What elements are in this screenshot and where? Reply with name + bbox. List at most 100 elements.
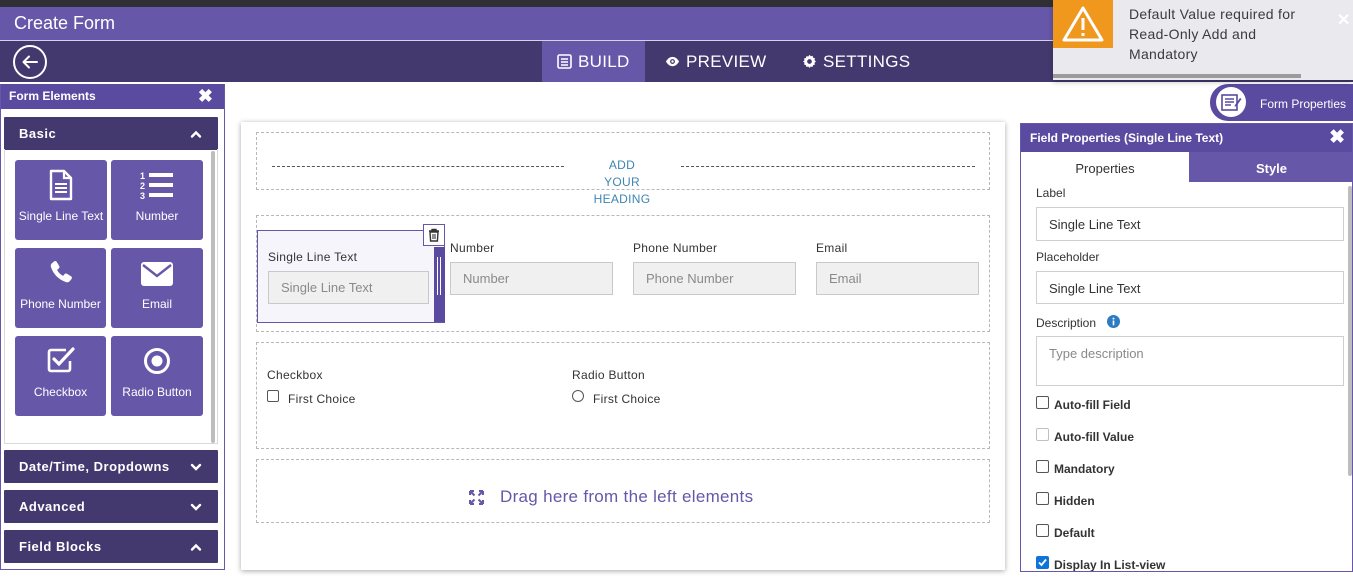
tile-label: Phone Number xyxy=(20,297,101,311)
list-icon xyxy=(557,54,572,69)
gear-icon xyxy=(803,54,816,68)
radio-icon xyxy=(144,348,170,374)
toast-progress-bar xyxy=(1053,74,1301,78)
divider xyxy=(272,166,564,167)
tile-single-line-text[interactable]: Single Line Text xyxy=(15,160,107,240)
form-properties-label: Form Properties xyxy=(1260,97,1347,111)
svg-text:3: 3 xyxy=(140,191,145,200)
field-label: Single Line Text xyxy=(268,250,358,264)
auto-fill-value-checkbox[interactable] xyxy=(1036,428,1049,441)
form-elements-header: Form Elements ✖ xyxy=(1,84,224,109)
option-label: First Choice xyxy=(593,392,661,406)
field-label: Checkbox xyxy=(267,368,323,382)
drop-zone-hint: Drag here from the left elements xyxy=(500,487,754,506)
chevron-up-icon xyxy=(190,130,202,138)
label-input[interactable]: Single Line Text xyxy=(1036,207,1344,241)
section-advanced-label: Advanced xyxy=(19,499,86,514)
phone-icon xyxy=(50,261,72,283)
back-button[interactable] xyxy=(13,45,47,79)
number-input[interactable]: Number xyxy=(450,262,613,295)
section-basic[interactable]: Basic xyxy=(4,117,218,150)
grip-icon xyxy=(437,257,441,295)
close-icon[interactable]: ✕ xyxy=(1337,10,1350,30)
field-properties-panel: Field Properties (Single Line Text) ✖ Pr… xyxy=(1020,123,1353,572)
field-label: Phone Number xyxy=(633,241,718,255)
envelope-icon xyxy=(141,262,173,286)
display-in-list-view-checkbox[interactable] xyxy=(1036,556,1049,569)
numbered-list-icon: 123 xyxy=(140,171,173,200)
single-line-text-input[interactable]: Single Line Text xyxy=(268,271,429,304)
field-properties-title: Field Properties (Single Line Text) xyxy=(1030,131,1224,145)
tab-style[interactable]: Style xyxy=(1189,152,1352,182)
first-choice-radio[interactable] xyxy=(572,390,584,402)
description-input[interactable]: Type description xyxy=(1036,336,1344,386)
email-input[interactable]: Email xyxy=(816,262,979,295)
phone-number-input[interactable]: Phone Number xyxy=(633,262,796,295)
option-label: First Choice xyxy=(288,392,356,406)
section-advanced[interactable]: Advanced xyxy=(4,490,218,523)
heading-line-2: HEADING xyxy=(593,192,651,206)
field-label: Radio Button xyxy=(572,368,645,382)
section-field-blocks-label: Field Blocks xyxy=(19,539,102,554)
svg-text:2: 2 xyxy=(140,181,145,191)
scrollbar[interactable] xyxy=(211,151,215,443)
option-label: Hidden xyxy=(1054,494,1095,508)
tab-preview-label: PREVIEW xyxy=(686,51,767,71)
tab-preview[interactable]: PREVIEW xyxy=(665,41,767,82)
tile-label: Email xyxy=(141,297,172,311)
toast-line: Mandatory xyxy=(1129,46,1198,62)
add-heading-text[interactable]: ADD YOUR HEADING xyxy=(591,157,653,208)
field-properties-header: Field Properties (Single Line Text) ✖ xyxy=(1021,124,1352,152)
hidden-checkbox[interactable] xyxy=(1036,492,1049,505)
info-icon[interactable] xyxy=(1107,315,1120,328)
scrollbar[interactable] xyxy=(1348,186,1352,476)
option-label: Mandatory xyxy=(1054,462,1115,476)
tile-radio-button[interactable]: Radio Button xyxy=(111,336,203,416)
section-datetime-dropdowns[interactable]: Date/Time, Dropdowns xyxy=(4,450,218,483)
label-caption: Label xyxy=(1036,186,1066,200)
tile-phone-number[interactable]: Phone Number xyxy=(15,248,106,328)
toast-line: Default Value required for xyxy=(1129,6,1296,22)
mandatory-checkbox[interactable] xyxy=(1036,460,1049,473)
tab-build[interactable]: BUILD xyxy=(542,41,645,82)
arrow-left-icon xyxy=(22,55,38,69)
tile-label: Checkbox xyxy=(33,385,88,399)
eye-icon xyxy=(665,56,680,67)
field-label: Email xyxy=(816,241,848,255)
divider xyxy=(681,166,975,167)
section-datetime-label: Date/Time, Dropdowns xyxy=(19,459,170,474)
option-label: Default xyxy=(1054,526,1095,540)
form-properties-button[interactable]: Form Properties xyxy=(1210,84,1353,121)
option-label: Display In List-view xyxy=(1054,558,1166,572)
placeholder-input[interactable]: Single Line Text xyxy=(1036,271,1344,304)
chevron-up-icon xyxy=(190,543,202,551)
tab-build-label: BUILD xyxy=(578,51,630,71)
chevron-down-icon xyxy=(190,463,202,471)
checkbox-icon xyxy=(47,347,75,373)
document-icon xyxy=(49,169,73,201)
auto-fill-field-checkbox[interactable] xyxy=(1036,396,1049,409)
chevron-down-icon xyxy=(190,503,202,511)
tile-number[interactable]: 123 Number xyxy=(111,160,203,240)
default-checkbox[interactable] xyxy=(1036,524,1049,537)
delete-button[interactable] xyxy=(423,224,445,246)
heading-block[interactable]: ADD YOUR HEADING xyxy=(256,132,990,206)
close-icon[interactable]: ✖ xyxy=(198,87,213,105)
tile-label: Number xyxy=(135,209,179,223)
form-canvas: ADD YOUR HEADING Single Line Text Single… xyxy=(241,122,1005,570)
checkmark-icon xyxy=(1038,558,1047,567)
tile-checkbox[interactable]: Checkbox xyxy=(15,336,106,416)
close-icon[interactable]: ✖ xyxy=(1329,128,1345,147)
warning-icon xyxy=(1053,0,1113,48)
toast-message: Default Value required for Read-Only Add… xyxy=(1129,4,1329,64)
first-choice-checkbox[interactable] xyxy=(267,390,279,402)
tile-email[interactable]: Email xyxy=(111,248,203,328)
section-field-blocks[interactable]: Field Blocks xyxy=(4,530,218,563)
drag-handle[interactable] xyxy=(434,247,445,322)
tab-settings[interactable]: SETTINGS xyxy=(802,41,910,82)
form-elements-title: Form Elements xyxy=(9,89,96,103)
option-label: Auto-fill Field xyxy=(1054,398,1131,412)
warning-toast: Default Value required for Read-Only Add… xyxy=(1053,0,1353,80)
tab-properties[interactable]: Properties xyxy=(1021,152,1189,182)
section-basic-label: Basic xyxy=(19,126,57,141)
